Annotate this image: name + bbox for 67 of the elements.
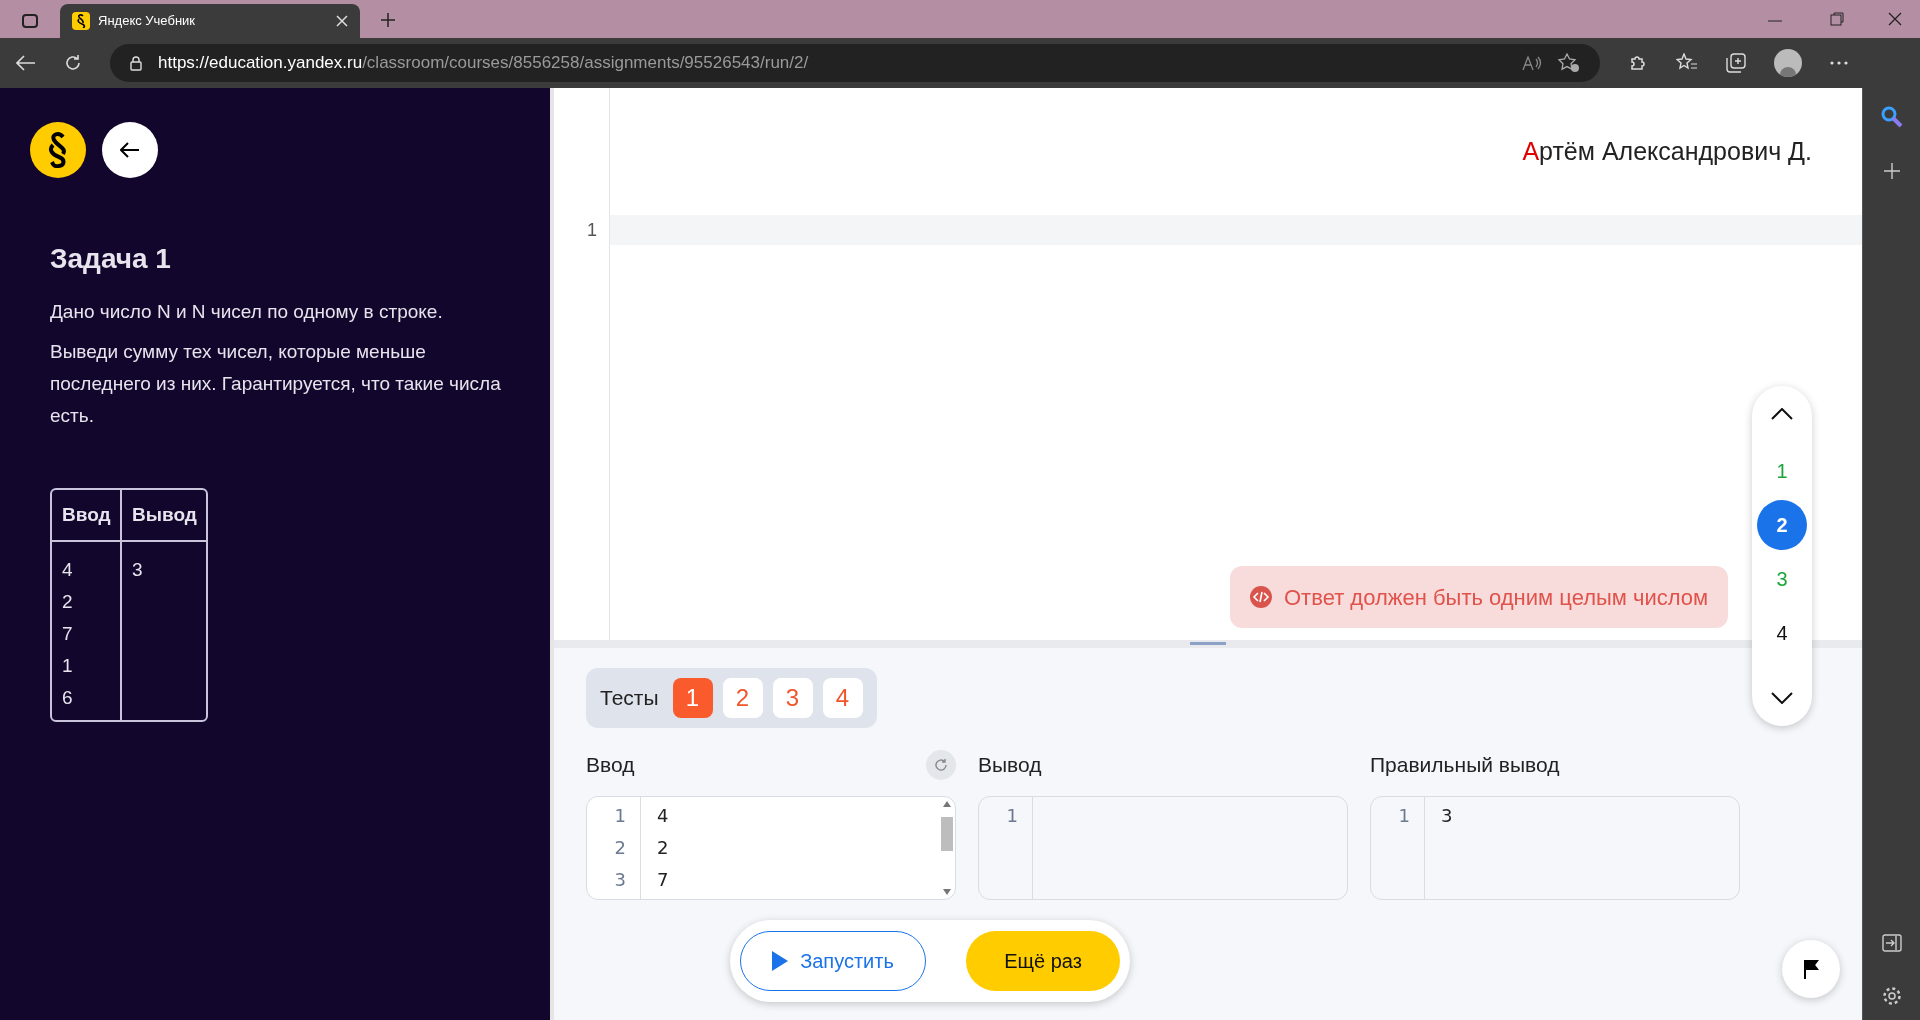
resize-handle[interactable]: [1190, 642, 1226, 645]
pane-title: Ввод: [586, 752, 635, 779]
line-number: 1: [1397, 804, 1410, 828]
code-box[interactable]: 1 3: [1370, 796, 1740, 900]
reload-icon[interactable]: [64, 54, 82, 72]
line-number: 2: [613, 836, 626, 860]
more-icon[interactable]: [1830, 61, 1848, 65]
table-cell-text: 4 2 7 1 6: [61, 558, 74, 710]
tests-label: Тесты: [600, 685, 659, 712]
author-name: Артём Александрович Д.: [1522, 135, 1812, 167]
retry-button[interactable]: Ещё раз: [966, 931, 1120, 991]
test-number[interactable]: 1: [1757, 446, 1807, 496]
read-aloud-icon[interactable]: [1522, 55, 1542, 71]
browser-tab[interactable]: Яндекс Учебник: [60, 4, 360, 38]
add-icon[interactable]: [1882, 162, 1901, 180]
favorite-add-icon[interactable]: [1558, 53, 1580, 73]
arrow-left-icon: [120, 142, 140, 158]
reset-icon[interactable]: [926, 750, 956, 780]
test-number[interactable]: 3: [1757, 554, 1807, 604]
line-number: 1: [1005, 804, 1018, 828]
chevron-down-icon[interactable]: [1771, 692, 1793, 704]
back-button[interactable]: [102, 122, 158, 178]
test-tab[interactable]: 2: [722, 678, 763, 718]
address-bar[interactable]: https://education.yandex.ru/classroom/courses/8556258/assignments/95526543/run/2/: [110, 44, 1600, 82]
table-cell-text: 3: [131, 558, 144, 582]
code-line: 3: [1441, 804, 1454, 828]
flag-icon: [1803, 959, 1819, 979]
pane-title: Вывод: [978, 752, 1042, 779]
logo-icon[interactable]: [30, 122, 86, 178]
test-tab[interactable]: 4: [822, 678, 863, 718]
new-tab-icon[interactable]: [380, 12, 396, 28]
test-number[interactable]: 2: [1757, 500, 1807, 550]
lock-icon: [130, 55, 142, 71]
search-icon[interactable]: [1880, 106, 1903, 128]
column-header: Ввод: [52, 490, 120, 542]
extensions-icon[interactable]: [1628, 53, 1648, 73]
test-number[interactable]: 4: [1757, 608, 1807, 658]
code-icon: [1250, 586, 1272, 608]
line-number: 3: [613, 868, 626, 892]
test-tab[interactable]: 3: [772, 678, 813, 718]
column-header: Вывод: [122, 490, 207, 542]
close-icon[interactable]: [1888, 12, 1902, 26]
pane-title: Правильный вывод: [1370, 752, 1560, 779]
error-message: Ответ должен быть одним целым числом: [1230, 566, 1729, 628]
back-icon[interactable]: [16, 55, 36, 71]
restore-icon[interactable]: [1830, 12, 1844, 26]
play-icon: [772, 951, 789, 971]
url-text: https://education.yandex.ru/classroom/courses/8556258/assignments/95526543/run/2/: [158, 52, 810, 75]
line-number: 1: [613, 804, 626, 828]
line-number: 1: [586, 219, 597, 242]
task-text: Выведи сумму тех чисел, которые меньше последнего из них. Гарантируется, что такие числа есть.: [50, 340, 502, 428]
settings-icon[interactable]: [1881, 986, 1902, 1006]
task-title: Задача 1: [50, 242, 172, 276]
task-text: Дано число N и N чисел по одному в строке.: [50, 300, 444, 324]
test-tab[interactable]: 1: [672, 678, 713, 718]
sidebar-toggle-icon[interactable]: [22, 14, 38, 28]
code-line: 2: [657, 836, 670, 860]
site-icon: [72, 12, 90, 30]
code-box[interactable]: 1: [978, 796, 1348, 900]
code-line: 4: [657, 804, 670, 828]
sidebar-collapse-icon[interactable]: [1881, 934, 1902, 952]
code-box[interactable]: 1 2 3 4 2 7: [586, 796, 956, 900]
collections-icon[interactable]: [1726, 53, 1746, 73]
tab-title: Яндекс Учебник: [98, 12, 197, 31]
code-line: 7: [657, 868, 670, 892]
profile-avatar[interactable]: [1774, 49, 1802, 77]
chevron-up-icon[interactable]: [1771, 408, 1793, 420]
